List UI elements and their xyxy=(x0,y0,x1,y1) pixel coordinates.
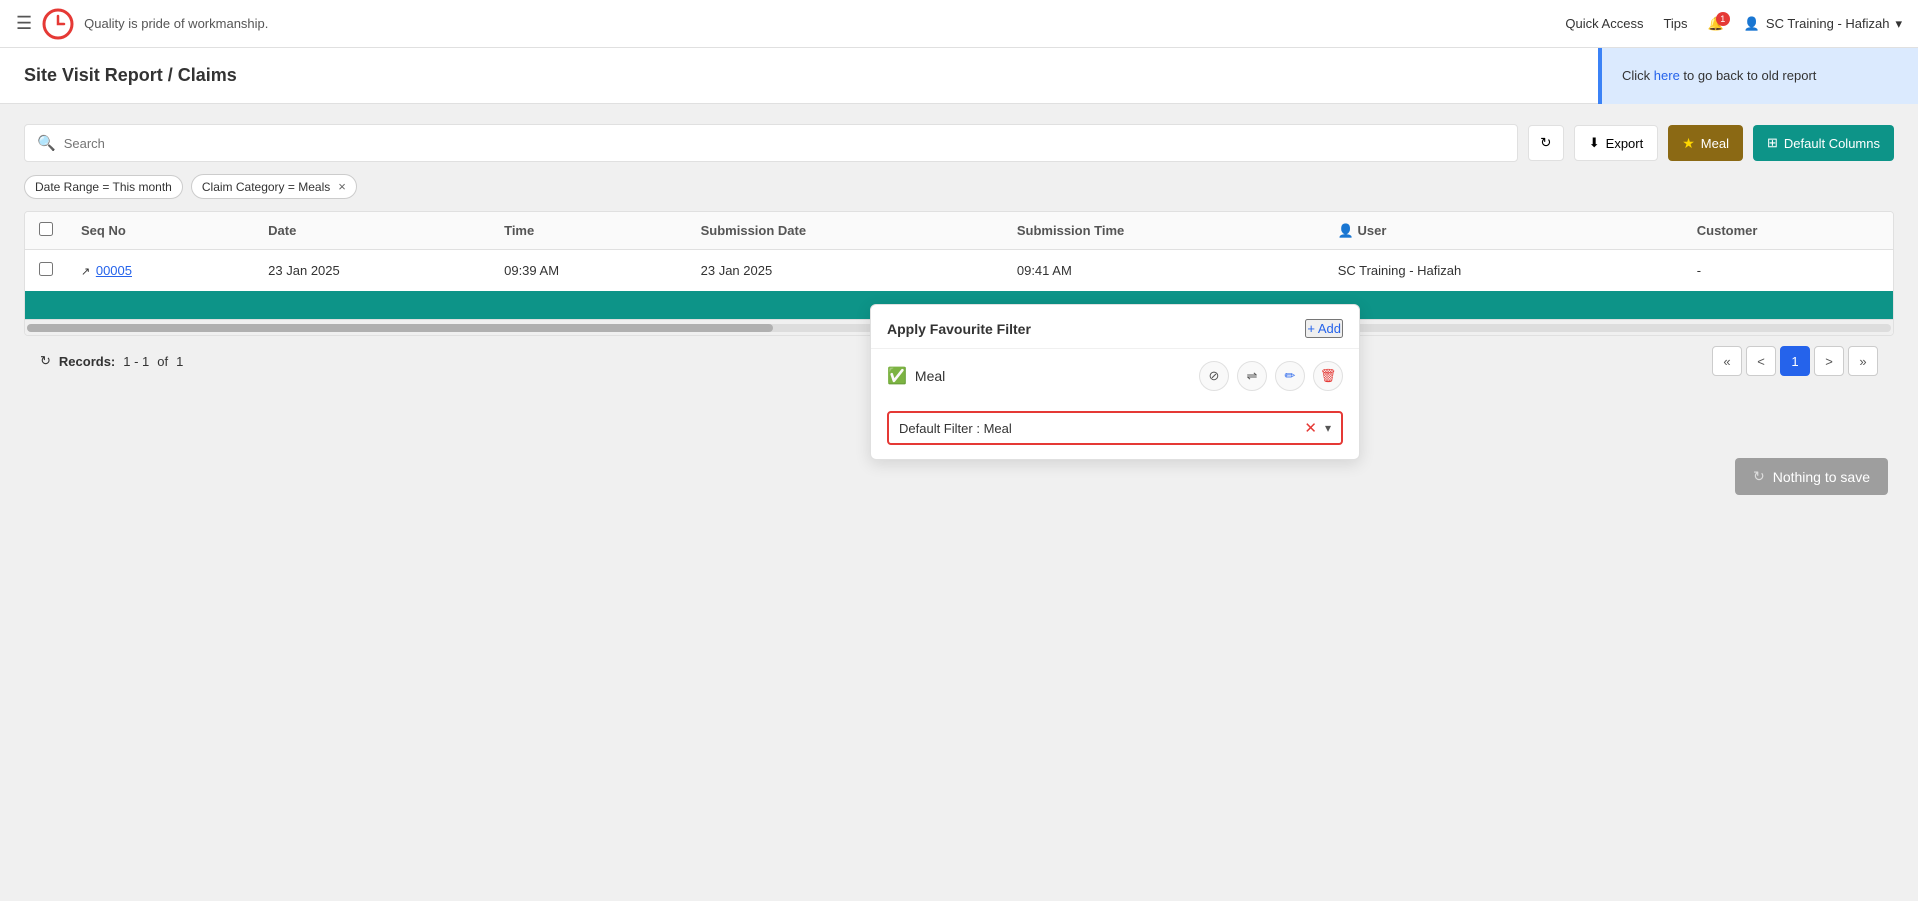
records-label: Records: xyxy=(59,354,115,369)
header-seq-no: Seq No xyxy=(67,212,254,250)
header-time: Time xyxy=(490,212,687,250)
records-of: of xyxy=(157,354,168,369)
default-filter-select[interactable]: Default Filter : Meal ✕ ▾ xyxy=(887,411,1343,445)
filter-item-name: ✅ Meal xyxy=(887,366,1189,386)
header-checkbox-cell xyxy=(25,212,67,250)
clear-default-filter-button[interactable]: ✕ xyxy=(1304,419,1317,437)
filter-chip-date-range: Date Range = This month xyxy=(24,175,183,199)
toolbar: 🔍 ↻ ⬇ Export ★ Meal ⊞ Default Columns xyxy=(24,124,1894,162)
quick-access-link[interactable]: Quick Access xyxy=(1565,16,1643,31)
search-box: 🔍 xyxy=(24,124,1518,162)
refresh-records-icon[interactable]: ↻ xyxy=(40,353,51,369)
export-icon: ⬇ xyxy=(1589,135,1600,151)
hide-filter-button[interactable]: ⊘ xyxy=(1199,361,1229,391)
edit-filter-button[interactable]: ✏ xyxy=(1275,361,1305,391)
select-all-checkbox[interactable] xyxy=(39,222,53,236)
favourite-filter-panel: Apply Favourite Filter + Add ✅ Meal ⊘ ⇌ … xyxy=(870,304,1360,460)
share-filter-button[interactable]: ⇌ xyxy=(1237,361,1267,391)
pagination-controls: « < 1 > » xyxy=(1712,346,1878,376)
page-title: Site Visit Report / Claims xyxy=(0,65,1598,86)
default-filter-label: Default Filter : Meal xyxy=(899,421,1304,436)
default-filter-row: Default Filter : Meal ✕ ▾ xyxy=(871,403,1359,459)
row-customer: - xyxy=(1683,250,1893,292)
default-columns-button[interactable]: ⊞ Default Columns xyxy=(1753,125,1894,161)
refresh-icon: ↻ xyxy=(1540,135,1551,151)
row-checkbox-cell xyxy=(25,250,67,292)
row-seq-no: ↗ 00005 xyxy=(67,250,254,292)
user-icon: 👤 xyxy=(1744,16,1760,32)
spinner-icon: ↻ xyxy=(1753,468,1765,485)
filter-claim-category-label: Claim Category = Meals xyxy=(202,180,330,194)
chevron-down-icon: ▾ xyxy=(1325,421,1331,435)
records-total: 1 xyxy=(176,354,183,369)
meal-button[interactable]: ★ Meal xyxy=(1668,125,1743,161)
external-link-icon: ↗ xyxy=(81,266,90,278)
table-row: ↗ 00005 23 Jan 2025 09:39 AM 23 Jan 2025… xyxy=(25,250,1893,292)
page-banner: Click here to go back to old report xyxy=(1598,48,1918,104)
remove-filter-button[interactable]: × xyxy=(338,179,346,194)
tips-link[interactable]: Tips xyxy=(1663,16,1687,31)
check-circle-icon: ✅ xyxy=(887,366,907,386)
notification-badge: 1 xyxy=(1716,12,1730,26)
export-button[interactable]: ⬇ Export xyxy=(1574,125,1658,161)
records-range: 1 - 1 xyxy=(123,354,149,369)
nothing-to-save-label: Nothing to save xyxy=(1773,469,1870,485)
header-date: Date xyxy=(254,212,490,250)
table-body: ↗ 00005 23 Jan 2025 09:39 AM 23 Jan 2025… xyxy=(25,250,1893,292)
user-name-label: SC Training - Hafizah xyxy=(1766,16,1890,31)
search-input[interactable] xyxy=(64,136,1505,151)
header-submission-time: Submission Time xyxy=(1003,212,1324,250)
chevron-down-icon: ▾ xyxy=(1895,16,1902,32)
panel-title: Apply Favourite Filter xyxy=(887,321,1031,337)
top-navigation: ☰ Quality is pride of workmanship. Quick… xyxy=(0,0,1918,48)
seq-no-link[interactable]: 00005 xyxy=(96,263,132,278)
filter-name-label: Meal xyxy=(915,368,945,384)
app-logo xyxy=(42,8,74,40)
banner-text: Click here to go back to old report xyxy=(1622,68,1816,83)
filter-item-meal: ✅ Meal ⊘ ⇌ ✏ 🗑 xyxy=(871,349,1359,403)
hamburger-icon[interactable]: ☰ xyxy=(16,13,32,34)
records-info: ↻ Records: 1 - 1 of 1 xyxy=(40,353,183,369)
filter-actions: ⊘ ⇌ ✏ 🗑 xyxy=(1199,361,1343,391)
filters-bar: Date Range = This month Claim Category =… xyxy=(24,174,1894,199)
first-page-button[interactable]: « xyxy=(1712,346,1742,376)
scroll-thumb xyxy=(27,324,773,332)
next-page-button[interactable]: > xyxy=(1814,346,1844,376)
header-user: 👤 User xyxy=(1324,212,1683,250)
row-user: SC Training - Hafizah xyxy=(1324,250,1683,292)
row-time: 09:39 AM xyxy=(490,250,687,292)
panel-header: Apply Favourite Filter + Add xyxy=(871,305,1359,349)
star-icon: ★ xyxy=(1682,135,1695,152)
back-to-old-report-link[interactable]: here xyxy=(1654,68,1680,83)
refresh-button[interactable]: ↻ xyxy=(1528,125,1564,161)
row-submission-time: 09:41 AM xyxy=(1003,250,1324,292)
search-icon: 🔍 xyxy=(37,134,56,152)
row-submission-date: 23 Jan 2025 xyxy=(687,250,1003,292)
row-checkbox[interactable] xyxy=(39,262,53,276)
filter-date-range-label: Date Range = This month xyxy=(35,180,172,194)
last-page-button[interactable]: » xyxy=(1848,346,1878,376)
add-filter-button[interactable]: + Add xyxy=(1305,319,1343,338)
current-page-button[interactable]: 1 xyxy=(1780,346,1810,376)
notification-bell[interactable]: 🔔 1 xyxy=(1708,16,1724,32)
table-header: Seq No Date Time Submission Date Submiss… xyxy=(25,212,1893,250)
header-customer: Customer xyxy=(1683,212,1893,250)
columns-icon: ⊞ xyxy=(1767,135,1778,151)
row-date: 23 Jan 2025 xyxy=(254,250,490,292)
prev-page-button[interactable]: < xyxy=(1746,346,1776,376)
page-header: Site Visit Report / Claims Click here to… xyxy=(0,48,1918,104)
app-tagline: Quality is pride of workmanship. xyxy=(84,16,268,31)
user-menu[interactable]: 👤 SC Training - Hafizah ▾ xyxy=(1744,16,1902,32)
main-content: 🔍 ↻ ⬇ Export ★ Meal ⊞ Default Columns Da… xyxy=(0,104,1918,901)
data-table: Seq No Date Time Submission Date Submiss… xyxy=(25,212,1893,291)
delete-filter-button[interactable]: 🗑 xyxy=(1313,361,1343,391)
filter-chip-claim-category: Claim Category = Meals × xyxy=(191,174,357,199)
header-submission-date: Submission Date xyxy=(687,212,1003,250)
user-icon-header: 👤 xyxy=(1338,223,1354,238)
table-header-row: Seq No Date Time Submission Date Submiss… xyxy=(25,212,1893,250)
nothing-to-save-button: ↻ Nothing to save xyxy=(1735,458,1888,495)
